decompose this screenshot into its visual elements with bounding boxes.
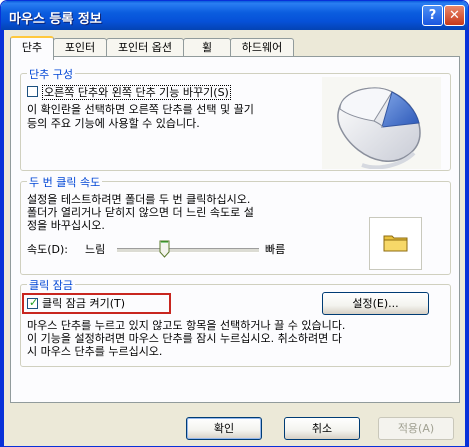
mouse-illustration — [322, 77, 441, 170]
double-click-desc-2: 폴더가 열리거나 닫히지 않으면 더 느린 속도로 설 — [27, 206, 254, 219]
button-config-title: 단추 구성 — [27, 66, 75, 82]
cancel-button[interactable]: 취소 — [284, 417, 360, 440]
help-button[interactable]: ? — [422, 5, 443, 26]
slow-label: 느림 — [85, 243, 106, 256]
click-lock-desc-3: 시 마우스 단추를 누르십시오. — [27, 345, 163, 358]
apply-button[interactable]: 적용(A) — [378, 417, 454, 440]
window-title: 마우스 등록 정보 — [9, 12, 102, 27]
tab-pointer-options[interactable]: 포인터 옵션 — [106, 38, 184, 57]
click-lock-checkbox[interactable]: ✓ — [27, 296, 39, 309]
tab-wheel[interactable]: 휠 — [183, 38, 231, 57]
button-config-desc-2: 등의 주요 기능에 사용할 수 있습니다. — [27, 117, 200, 130]
click-lock-desc-1: 마우스 단추를 누르고 있지 않고도 항목을 선택하거나 끌 수 있습니다. — [27, 319, 346, 332]
tab-pointers[interactable]: 포인터 — [53, 38, 107, 57]
tab-hardware[interactable]: 하드웨어 — [230, 38, 294, 57]
click-lock-settings-button[interactable]: 설정(E)... — [322, 292, 429, 315]
window-frame-right — [465, 30, 468, 446]
double-click-desc-1: 설정을 테스트하려면 폴더를 두 번 클릭하십시오. — [27, 193, 251, 206]
test-folder-area[interactable] — [369, 217, 422, 270]
click-lock-desc-2: 이 기능을 설정하려면 마우스 단추를 잠시 누르십시오. 취소하려면 다 — [27, 332, 342, 345]
double-click-group: 두 번 클릭 속도 설정을 테스트하려면 폴더를 두 번 클릭하십시오. 폴더가… — [20, 174, 451, 275]
close-button[interactable]: ✕ — [444, 5, 465, 26]
mouse-properties-dialog: 마우스 등록 정보 ? ✕ 단추 포인터 포인터 옵션 휠 하드웨어 단추 구성… — [0, 0, 469, 447]
window-frame-left — [1, 30, 4, 446]
speed-slider-thumb[interactable] — [159, 240, 170, 258]
click-lock-group: 클릭 잠금 ✓ 클릭 잠금 켜기(T) 설정(E)... 마우스 단추를 누르고… — [20, 277, 451, 367]
fast-label: 빠름 — [265, 243, 286, 256]
tab-buttons[interactable]: 단추 — [10, 36, 54, 60]
checkmark-icon: ✓ — [29, 296, 39, 309]
swap-buttons-checkbox[interactable] — [27, 86, 38, 97]
mouse-icon — [337, 87, 421, 170]
double-click-desc-3: 정을 바꾸십시오. — [27, 219, 105, 232]
button-config-group: 단추 구성 오른쪽 단추와 왼쪽 단추 기능 바꾸기(S) 이 확인란을 선택하… — [20, 66, 451, 171]
folder-icon — [383, 235, 408, 252]
speed-label: 속도(D): — [27, 243, 68, 256]
button-config-desc-1: 이 확인란을 선택하면 오른쪽 단추를 선택 및 끌기 — [27, 103, 254, 116]
swap-buttons-label[interactable]: 오른쪽 단추와 왼쪽 단추 기능 바꾸기(S) — [42, 85, 231, 100]
title-bar[interactable]: 마우스 등록 정보 ? ✕ — [1, 1, 468, 30]
click-lock-title: 클릭 잠금 — [27, 277, 75, 293]
tab-panel: 단추 구성 오른쪽 단추와 왼쪽 단추 기능 바꾸기(S) 이 확인란을 선택하… — [10, 56, 460, 403]
click-lock-label[interactable]: 클릭 잠금 켜기(T) — [42, 297, 125, 310]
ok-button[interactable]: 확인 — [186, 417, 262, 440]
speed-slider-track[interactable] — [117, 248, 259, 253]
double-click-title: 두 번 클릭 속도 — [27, 174, 103, 190]
